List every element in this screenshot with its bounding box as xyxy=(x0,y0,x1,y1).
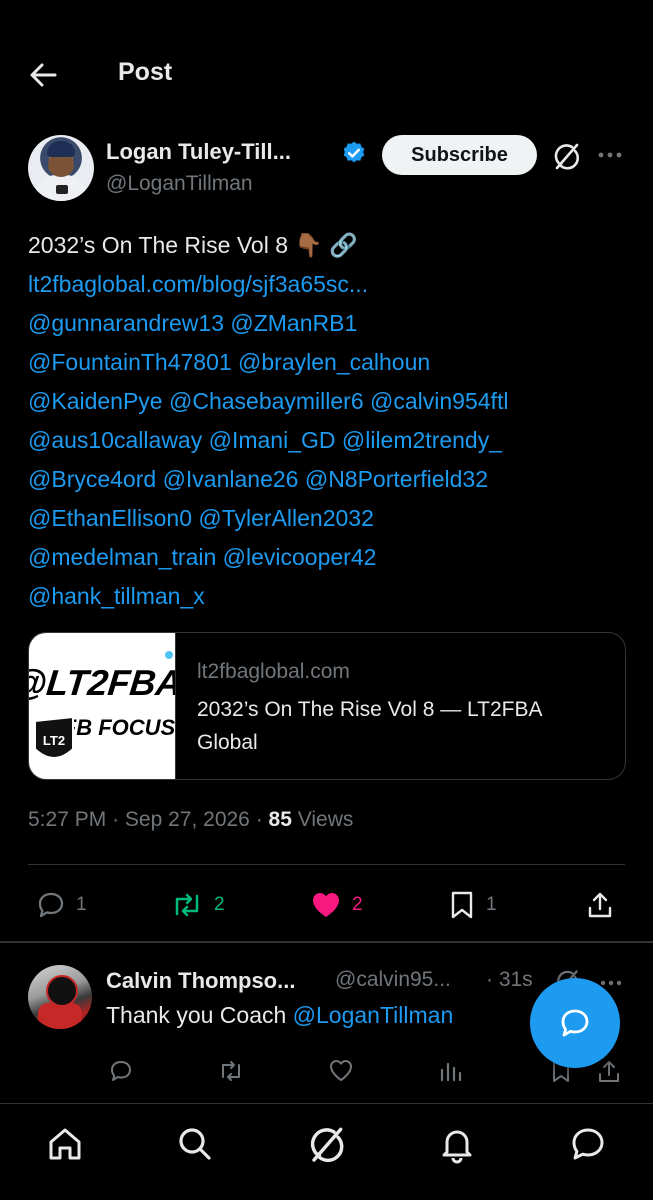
mentions-line[interactable]: @aus10callaway @Imani_GD @lilem2trendy_ xyxy=(28,421,628,460)
share-icon xyxy=(588,892,612,918)
reply-avatar[interactable] xyxy=(28,965,92,1029)
more-icon[interactable] xyxy=(597,146,623,164)
repost-icon[interactable] xyxy=(216,1056,246,1086)
views-label: Views xyxy=(297,808,354,831)
top-bar xyxy=(0,0,653,120)
page-title: Post xyxy=(118,58,173,86)
reply-author-name[interactable]: Calvin Thompso... xyxy=(106,968,295,994)
thumb-line2: FB FOCUS xyxy=(63,715,175,740)
like-button[interactable]: 2 xyxy=(310,885,363,925)
repost-icon xyxy=(175,893,199,917)
link-card-thumbnail: @LT2FBA FB FOCUS LT2 xyxy=(29,633,184,779)
avatar[interactable] xyxy=(28,135,94,201)
messages-icon[interactable] xyxy=(568,1124,608,1164)
compose-reply-icon xyxy=(561,1009,589,1037)
bookmark-count: 1 xyxy=(486,894,497,915)
heart-icon[interactable] xyxy=(326,1056,356,1086)
link-card-domain: lt2fbaglobal.com xyxy=(197,660,350,683)
heart-icon xyxy=(313,893,339,917)
repost-count: 2 xyxy=(214,894,225,915)
reply-time: · 31s xyxy=(486,968,533,991)
mentions-line[interactable]: @gunnarandrew13 @ZManRB1 xyxy=(28,304,628,343)
mentions-line[interactable]: @FountainTh47801 @braylen_calhoun xyxy=(28,343,628,382)
thumb-badge: LT2 xyxy=(43,733,65,748)
post-body: 2032’s On The Rise Vol 8 👇🏾 🔗 lt2fbaglob… xyxy=(28,226,628,616)
emoji-text: 👇🏾 🔗 xyxy=(294,232,359,258)
like-count: 2 xyxy=(352,894,363,915)
meta-separator: · xyxy=(112,808,120,831)
reply-text-body: Thank you Coach xyxy=(106,1002,287,1028)
post-meta: 5:27 PM · Sep 27, 2026 · 85 Views xyxy=(28,808,353,832)
analytics-icon[interactable] xyxy=(436,1056,466,1086)
section-divider xyxy=(0,941,653,943)
mentions-line[interactable]: @hank_tillman_x xyxy=(28,577,628,616)
mentions-line[interactable]: @KaidenPye @Chasebaymiller6 @calvin954ft… xyxy=(28,382,628,421)
verified-badge-icon xyxy=(341,140,367,166)
author-name[interactable]: Logan Tuley-Till... xyxy=(106,139,291,165)
post-date: Sep 27, 2026 xyxy=(124,808,250,831)
reply-icon[interactable] xyxy=(106,1056,136,1086)
mentions-line[interactable]: @Bryce4ord @Ivanlane26 @N8Porterfield32 xyxy=(28,460,628,499)
compose-reply-button[interactable] xyxy=(530,978,620,1068)
home-icon[interactable] xyxy=(45,1124,85,1164)
reply-mention[interactable]: @LoganTillman xyxy=(293,1002,454,1028)
meta-separator: · xyxy=(255,808,263,831)
post-link[interactable]: lt2fbaglobal.com/blog/sjf3a65sc... xyxy=(28,265,628,304)
arrow-left-icon[interactable] xyxy=(26,58,60,92)
mentions-line[interactable]: @EthanEllison0 @TylerAllen2032 xyxy=(28,499,628,538)
link-card-title: 2032’s On The Rise Vol 8 — LT2FBA Global xyxy=(197,698,542,754)
search-icon[interactable] xyxy=(175,1124,215,1164)
thumb-line1: @LT2FBA xyxy=(29,662,175,703)
post-text: 2032’s On The Rise Vol 8 xyxy=(28,232,288,258)
link-card[interactable]: @LT2FBA FB FOCUS LT2 lt2fbaglobal.com 20… xyxy=(28,632,626,780)
author-handle[interactable]: @LoganTillman xyxy=(106,172,253,196)
reply-author-handle[interactable]: @calvin95... xyxy=(335,968,451,992)
bookmark-button[interactable]: 1 xyxy=(448,885,497,925)
grok-icon[interactable] xyxy=(306,1124,346,1164)
reply-count: 1 xyxy=(76,894,87,915)
post-time: 5:27 PM xyxy=(28,808,107,831)
bell-icon[interactable] xyxy=(437,1124,477,1164)
bookmark-icon xyxy=(451,891,473,919)
subscribe-button[interactable]: Subscribe xyxy=(382,135,537,175)
reply-button[interactable]: 1 xyxy=(36,885,87,925)
share-button[interactable] xyxy=(586,885,614,925)
repost-button[interactable]: 2 xyxy=(170,885,225,925)
divider xyxy=(28,864,625,865)
reply-text: Thank you Coach @LoganTillman xyxy=(106,1002,453,1029)
views-count: 85 xyxy=(268,808,292,831)
mentions-line[interactable]: @medelman_train @levicooper42 xyxy=(28,538,628,577)
grok-icon[interactable] xyxy=(551,141,581,171)
reply-icon xyxy=(38,892,64,918)
